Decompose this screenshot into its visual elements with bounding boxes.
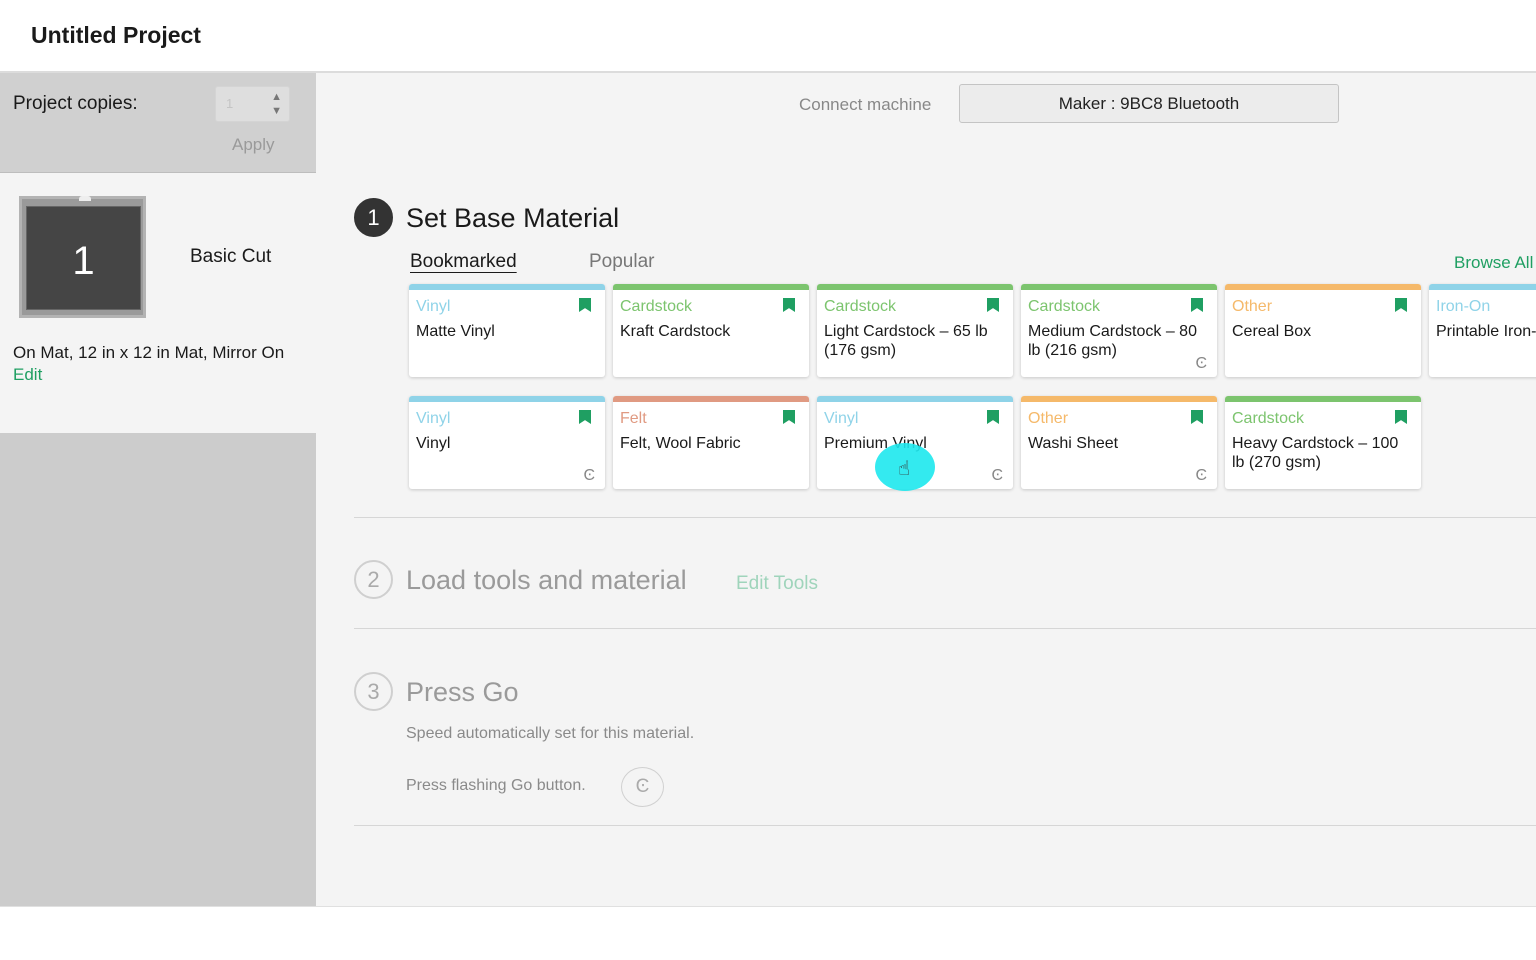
material-card[interactable]: Felt Felt, Wool Fabric [613, 396, 809, 489]
material-category: Other [1028, 410, 1069, 427]
material-card[interactable]: Other Washi Sheet Ͼ [1021, 396, 1217, 489]
step-3-circle: 3 [354, 672, 393, 711]
mat-number: 1 [72, 239, 95, 283]
material-category: Cardstock [620, 298, 693, 315]
sidebar: Project copies: 1 ▲ ▼ Apply 1 Basic Cut O… [0, 73, 316, 906]
project-copies-stepper[interactable]: 1 ▲ ▼ [215, 86, 290, 122]
material-card[interactable]: Cardstock Heavy Cardstock – 100 lb (270 g… [1225, 396, 1421, 489]
material-color-bar [409, 396, 605, 402]
edit-mat-link[interactable]: Edit [13, 365, 42, 385]
material-category: Vinyl [416, 298, 451, 315]
bookmark-icon[interactable] [1395, 410, 1407, 424]
main-panel: Connect machine Maker : 9BC8 Bluetooth 1… [316, 73, 1536, 906]
top-bar: Untitled Project [0, 0, 1536, 73]
step-3-title: Press Go [406, 677, 519, 707]
material-category: Cardstock [1232, 410, 1305, 427]
material-category: Felt [620, 410, 647, 427]
material-name: Kraft Cardstock [620, 323, 731, 340]
mat-panel[interactable]: 1 Basic Cut On Mat, 12 in x 12 in Mat, M… [0, 173, 316, 433]
connect-machine-label: Connect machine [799, 95, 932, 114]
material-name: Felt, Wool Fabric [620, 435, 741, 452]
material-category: Vinyl [824, 410, 859, 427]
bookmark-icon[interactable] [987, 410, 999, 424]
cursor-highlight: ☝ [875, 443, 935, 491]
speed-note: Speed automatically set for this materia… [406, 725, 695, 742]
material-color-bar [817, 396, 1013, 402]
browse-all-link[interactable]: Browse All [1454, 253, 1533, 273]
edit-tools-link[interactable]: Edit Tools [736, 573, 818, 595]
material-name: Printable Iron-On Light [1436, 323, 1536, 340]
material-color-bar [1225, 396, 1421, 402]
material-name: Medium Cardstock – 80 lb (216 gsm) [1028, 323, 1197, 359]
cut-name: Basic Cut [190, 246, 272, 267]
step-1-title: Set Base Material [406, 203, 620, 233]
mat-preview: 1 [26, 206, 141, 310]
material-name: Matte Vinyl [416, 323, 495, 340]
tab-bookmarked[interactable]: Bookmarked [410, 251, 517, 273]
material-name: Vinyl [416, 435, 451, 452]
bookmark-icon[interactable] [579, 410, 591, 424]
mat-notch [79, 196, 91, 201]
bookmark-icon[interactable] [987, 298, 999, 312]
material-color-bar [409, 284, 605, 290]
divider [354, 628, 1536, 629]
material-card[interactable]: Cardstock Medium Cardstock – 80 lb (216 g… [1021, 284, 1217, 377]
project-copies-value[interactable]: 1 [226, 96, 233, 111]
material-color-bar [1225, 284, 1421, 290]
cricut-cut-icon: Ͼ [583, 467, 595, 484]
bookmark-icon[interactable] [1191, 298, 1203, 312]
cricut-cut-icon: Ͼ [1195, 355, 1207, 372]
bookmark-icon[interactable] [1191, 410, 1203, 424]
material-color-bar [1021, 396, 1217, 402]
material-card[interactable]: Vinyl Matte Vinyl [409, 284, 605, 377]
mat-thumbnail[interactable]: 1 [19, 196, 146, 318]
bookmark-icon[interactable] [579, 298, 591, 312]
material-category: Other [1232, 298, 1273, 315]
material-card[interactable]: Vinyl Vinyl Ͼ [409, 396, 605, 489]
tab-popular[interactable]: Popular [589, 251, 655, 273]
bookmark-icon[interactable] [783, 410, 795, 424]
step-2-circle: 2 [354, 560, 393, 599]
divider [354, 825, 1536, 826]
step-1-circle: 1 [354, 198, 393, 237]
footer-bar [0, 906, 1536, 960]
material-category: Cardstock [1028, 298, 1101, 315]
material-card[interactable]: Iron-On Printable Iron-On Light [1429, 284, 1536, 377]
step-2-title: Load tools and material [406, 565, 687, 595]
material-category: Iron-On [1436, 298, 1491, 315]
material-name: Light Cardstock – 65 lb (176 gsm) [824, 323, 988, 359]
material-card[interactable]: Cardstock Light Cardstock – 65 lb (176 gs… [817, 284, 1013, 377]
project-title: Untitled Project [31, 22, 201, 48]
press-go-note: Press flashing Go button. [406, 777, 586, 794]
material-category: Cardstock [824, 298, 897, 315]
bookmark-icon[interactable] [783, 298, 795, 312]
apply-button[interactable]: Apply [232, 135, 275, 155]
material-category: Vinyl [416, 410, 451, 427]
material-name: Washi Sheet [1028, 435, 1119, 452]
project-copies-panel: Project copies: 1 ▲ ▼ Apply [0, 73, 316, 173]
material-name: Cereal Box [1232, 323, 1312, 340]
cricut-cut-icon: Ͼ [1195, 467, 1207, 484]
material-color-bar [1021, 284, 1217, 290]
cricut-cut-icon: Ͼ [991, 467, 1003, 484]
material-color-bar [613, 284, 809, 290]
project-copies-label: Project copies: [13, 93, 138, 114]
material-color-bar [613, 396, 809, 402]
hand-cursor-icon: ☝ [898, 458, 911, 480]
mat-info: On Mat, 12 in x 12 in Mat, Mirror On [13, 343, 285, 362]
machine-selector[interactable]: Maker : 9BC8 Bluetooth [959, 84, 1339, 123]
divider [354, 517, 1536, 518]
bookmark-icon[interactable] [1395, 298, 1407, 312]
material-card[interactable]: Other Cereal Box [1225, 284, 1421, 377]
material-color-bar [1429, 284, 1536, 290]
material-card[interactable]: Cardstock Kraft Cardstock [613, 284, 809, 377]
material-color-bar [817, 284, 1013, 290]
stepper-arrows-icon[interactable]: ▲ ▼ [271, 90, 282, 118]
material-name: Heavy Cardstock – 100 lb (270 gsm) [1232, 435, 1399, 471]
go-button-icon: Ͼ [621, 767, 664, 807]
